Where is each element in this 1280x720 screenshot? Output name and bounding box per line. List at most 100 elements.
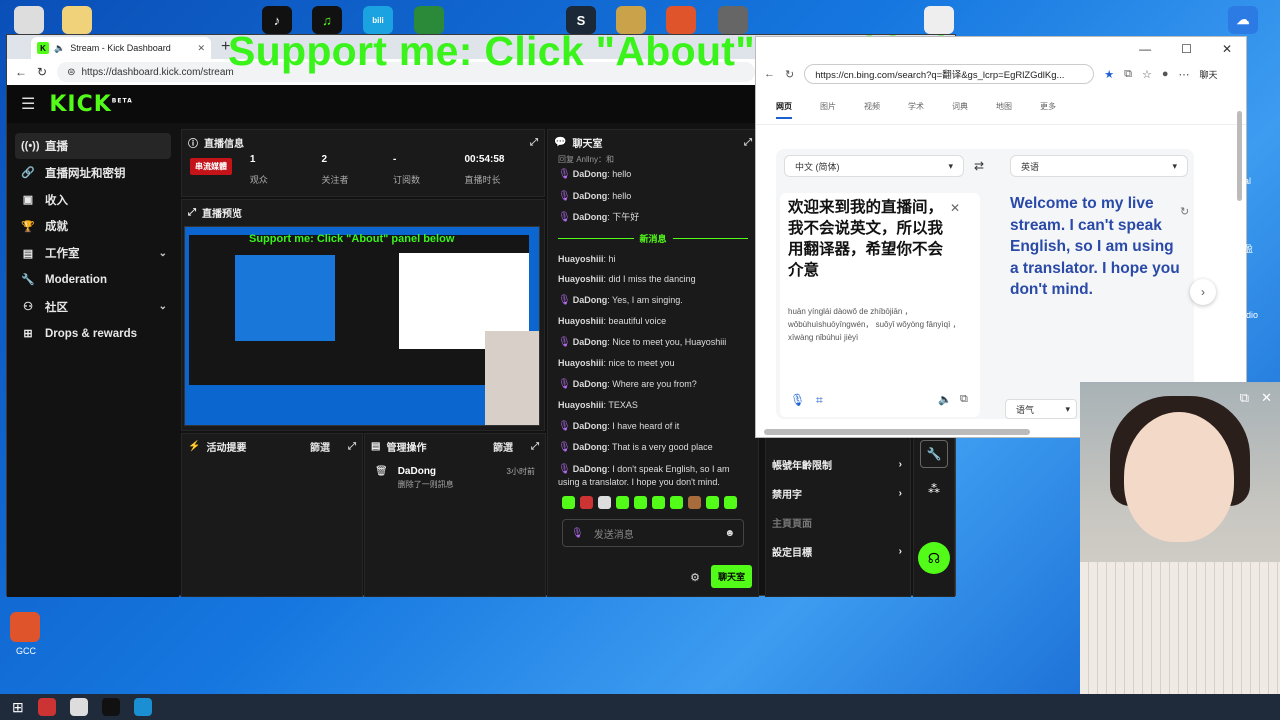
emote-icon[interactable] bbox=[706, 496, 719, 509]
emote-icon[interactable] bbox=[634, 496, 647, 509]
sidebar-item-achievements[interactable]: 🏆 成就 bbox=[15, 213, 171, 239]
tab-kick-dashboard[interactable]: K 🔈 Stream - Kick Dashboard ✕ bbox=[31, 37, 211, 59]
stream-preview-video[interactable]: Support me: Click "About" panel below bbox=[184, 226, 540, 426]
tab-title: Stream - Kick Dashboard bbox=[70, 43, 171, 53]
maximize-button[interactable]: ☐ bbox=[1181, 42, 1192, 56]
computer-icon[interactable] bbox=[14, 6, 44, 34]
nav-web[interactable]: 网页 bbox=[776, 101, 792, 119]
speaker-icon[interactable]: 🔈 bbox=[938, 393, 952, 406]
kick-logo[interactable]: KICKBETA bbox=[49, 92, 132, 117]
webcam-overlay[interactable]: ⧉✕ ❚❚🔈 bbox=[1080, 382, 1280, 720]
next-arrow-button[interactable]: › bbox=[1190, 279, 1216, 305]
nav-images[interactable]: 图片 bbox=[820, 101, 836, 124]
sidebar-item-studio[interactable]: ▤ 工作室 ⌄ bbox=[15, 240, 171, 266]
copy-icon[interactable]: ⧉ bbox=[960, 393, 968, 406]
camera-scan-icon[interactable]: ⌗ bbox=[816, 393, 823, 408]
mod-filter-button[interactable]: 篩選 bbox=[493, 439, 513, 454]
webcam-face bbox=[1124, 412, 1234, 542]
popout-icon[interactable]: ⤢ bbox=[531, 441, 539, 452]
headset-icon[interactable]: ☊ bbox=[918, 542, 950, 574]
nav-dictionary[interactable]: 词典 bbox=[952, 101, 968, 124]
new-messages-divider: 新消息 bbox=[558, 233, 749, 245]
mod-setting-banned-words[interactable]: 禁用字 › bbox=[766, 479, 910, 508]
menu-icon[interactable]: ☰ bbox=[21, 94, 35, 114]
close-icon[interactable]: ✕ bbox=[1261, 390, 1272, 406]
site-info-icon[interactable]: ⊜ bbox=[67, 67, 75, 78]
emoji-icon[interactable]: ☻ bbox=[724, 528, 735, 539]
extensions-icon[interactable]: ⧉ bbox=[1124, 68, 1132, 81]
emote-icon[interactable] bbox=[580, 496, 593, 509]
chat-input[interactable]: 🎙 发送消息 ☻ bbox=[562, 519, 744, 547]
horizontal-scrollbar[interactable] bbox=[764, 429, 1030, 435]
nav-video[interactable]: 视频 bbox=[864, 101, 880, 124]
favorites-icon[interactable]: ☆ bbox=[1142, 68, 1152, 81]
sidebar-item-stream-key[interactable]: 🔗 直播网址和密钥 bbox=[15, 160, 171, 186]
emote-icon[interactable] bbox=[652, 496, 665, 509]
chat-message: 🎙 DaDong: 下午好 bbox=[558, 212, 640, 223]
settings-gear-icon[interactable]: ⚙ bbox=[690, 571, 700, 584]
back-icon[interactable]: ← bbox=[15, 65, 27, 79]
popout-icon[interactable]: ⤢ bbox=[348, 441, 356, 452]
emote-icon[interactable] bbox=[670, 496, 683, 509]
emote-icon[interactable] bbox=[616, 496, 629, 509]
edge-icon[interactable] bbox=[133, 698, 152, 716]
kick-favicon-icon: K bbox=[37, 42, 49, 54]
close-tab-icon[interactable]: ✕ bbox=[197, 43, 205, 54]
microphone-icon[interactable]: 🎙 bbox=[790, 393, 805, 407]
favorite-star-icon[interactable]: ★ bbox=[1104, 68, 1114, 81]
tone-select[interactable]: 语气 ▾ bbox=[1005, 399, 1077, 419]
copilot-chat-label[interactable]: 聊天 bbox=[1199, 68, 1217, 81]
gcc-app-icon[interactable] bbox=[10, 612, 40, 642]
taskbar-app-icon[interactable] bbox=[69, 698, 88, 716]
close-window-button[interactable]: ✕ bbox=[1222, 42, 1232, 56]
popout-icon[interactable]: ⤢ bbox=[530, 137, 538, 148]
taskbar-app-icon[interactable] bbox=[37, 698, 56, 716]
mod-action-desc: 删除了一则訊息 bbox=[397, 480, 454, 489]
popout-icon[interactable]: ⤢ bbox=[744, 137, 752, 148]
vertical-scrollbar[interactable] bbox=[1237, 111, 1242, 201]
nav-academic[interactable]: 学术 bbox=[908, 101, 924, 124]
mic-icon[interactable]: 🎙 bbox=[571, 528, 584, 539]
trash-icon: 🗑 bbox=[375, 466, 388, 477]
emote-icon[interactable] bbox=[724, 496, 737, 509]
folder-icon[interactable] bbox=[62, 6, 92, 34]
mod-setting-goals[interactable]: 設定目標 › bbox=[766, 537, 910, 566]
translator-url-field[interactable]: https://cn.bing.com/search?q=翻译&gs_lcrp=… bbox=[804, 64, 1095, 84]
reload-icon[interactable]: ↻ bbox=[37, 65, 47, 79]
chat-message: Huayoshiii: TEXAS bbox=[558, 400, 638, 410]
sidebar-item-moderation[interactable]: 🔧 Moderation bbox=[15, 267, 171, 293]
more-icon[interactable]: ⋯ bbox=[1178, 68, 1189, 81]
start-windows-icon[interactable]: ⊞ bbox=[12, 699, 24, 716]
nav-maps[interactable]: 地图 bbox=[996, 101, 1012, 124]
chevron-down-icon: ▾ bbox=[948, 160, 953, 171]
avatar[interactable]: ● bbox=[1162, 68, 1169, 80]
clear-icon[interactable]: ✕ bbox=[950, 201, 960, 215]
cloud-icon[interactable]: ☁ bbox=[1228, 6, 1258, 34]
source-text-box[interactable]: 欢迎来到我的直播间，我不会说英文，所以我用翻译器，希望你不会介意 ✕ huān … bbox=[780, 193, 980, 417]
source-language-select[interactable]: 中文 (简体) ▾ bbox=[784, 155, 964, 177]
nav-more[interactable]: 更多 bbox=[1040, 101, 1056, 124]
emote-icon[interactable] bbox=[688, 496, 701, 509]
minimize-button[interactable]: — bbox=[1139, 42, 1151, 56]
sidebar-item-drops[interactable]: ⊞ Drops & rewards bbox=[15, 321, 171, 347]
source-pinyin: huān yínglái dàowǒ de zhíbōjiān ， wǒbùhu… bbox=[788, 307, 961, 342]
refresh-icon[interactable]: ↻ bbox=[1180, 205, 1189, 218]
tiktok-icon[interactable] bbox=[101, 698, 120, 716]
mod-setting-account-age[interactable]: 帳號年齡限制 › bbox=[766, 450, 910, 479]
wrench-icon[interactable]: 🔧 bbox=[920, 440, 948, 468]
sidebar-item-community[interactable]: ⚇ 社区 ⌄ bbox=[15, 294, 171, 320]
tray-label: 盈 bbox=[1244, 244, 1254, 254]
emote-icon[interactable] bbox=[562, 496, 575, 509]
chat-send-button[interactable]: 聊天室 bbox=[710, 565, 752, 588]
reload-icon[interactable]: ↻ bbox=[785, 68, 794, 81]
gift-icon: ⊞ bbox=[23, 328, 33, 341]
activity-filter-button[interactable]: 篩選 bbox=[310, 439, 330, 454]
target-language-select[interactable]: 英语 ▾ bbox=[1010, 155, 1188, 177]
back-icon[interactable]: ← bbox=[764, 68, 775, 80]
picture-in-picture-icon[interactable]: ⧉ bbox=[1240, 390, 1249, 406]
users-icon[interactable]: ⁂ bbox=[914, 482, 954, 496]
sidebar-item-broadcast[interactable]: ((•)) 直播 bbox=[15, 133, 171, 159]
sidebar-item-revenue[interactable]: ▣ 收入 bbox=[15, 187, 171, 213]
emote-icon[interactable] bbox=[598, 496, 611, 509]
swap-languages-icon[interactable]: ⇄ bbox=[974, 159, 984, 173]
